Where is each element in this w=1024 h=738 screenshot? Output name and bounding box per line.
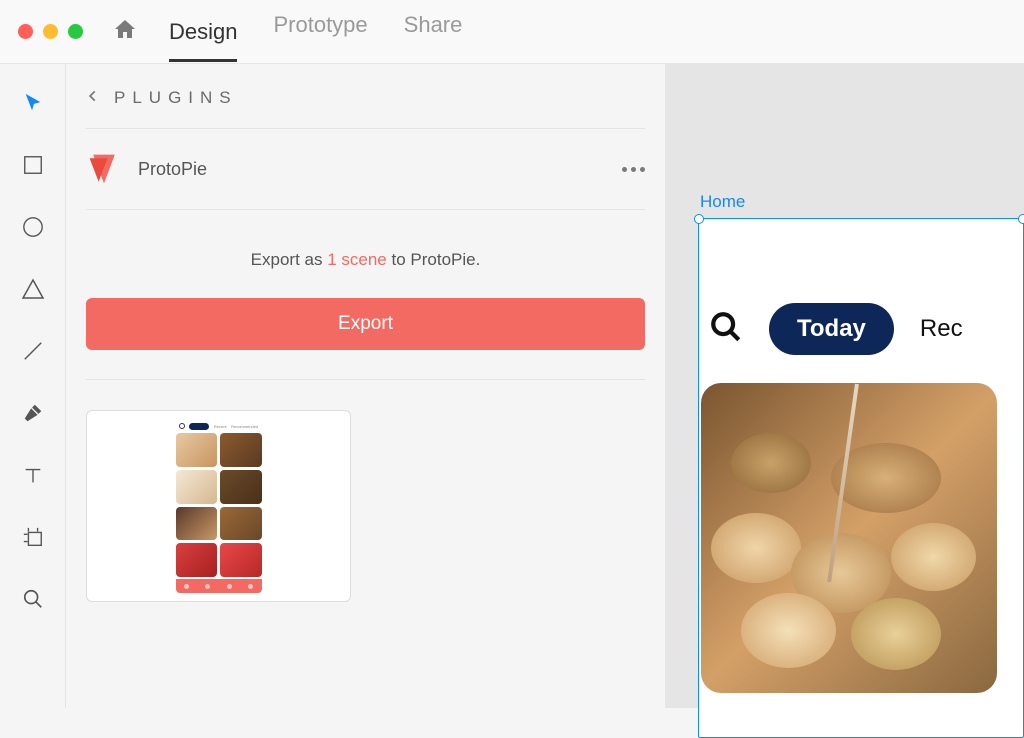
- export-description: Export as 1 scene to ProtoPie.: [86, 210, 645, 298]
- line-tool[interactable]: [20, 338, 46, 364]
- window-controls: [18, 24, 83, 39]
- tab-design[interactable]: Design: [169, 19, 237, 62]
- design-canvas[interactable]: Home Today Rec: [666, 64, 1024, 708]
- mode-tabs: Design Prototype Share: [169, 12, 462, 52]
- text-tool[interactable]: [20, 462, 46, 488]
- plugin-row: ProtoPie: [86, 128, 645, 210]
- tab-prototype[interactable]: Prototype: [273, 12, 367, 52]
- today-pill: Today: [769, 303, 894, 355]
- close-window-button[interactable]: [18, 24, 33, 39]
- hero-image: [701, 383, 997, 693]
- tab-share[interactable]: Share: [404, 12, 463, 52]
- rectangle-tool[interactable]: [20, 152, 46, 178]
- ellipse-tool[interactable]: [20, 214, 46, 240]
- scene-count: 1 scene: [327, 250, 387, 269]
- artboard-home[interactable]: Today Rec: [698, 218, 1024, 738]
- more-options-button[interactable]: [622, 167, 645, 172]
- back-chevron-icon[interactable]: [86, 89, 100, 108]
- polygon-tool[interactable]: [20, 276, 46, 302]
- selection-handle[interactable]: [694, 214, 704, 224]
- artboard-tool[interactable]: [20, 524, 46, 550]
- pen-tool[interactable]: [20, 400, 46, 426]
- artboard-label[interactable]: Home: [700, 192, 1024, 212]
- selection-handle[interactable]: [1018, 214, 1024, 224]
- search-icon: [709, 310, 743, 349]
- plugins-panel: PLUGINS ProtoPie Export as 1 scene to Pr…: [66, 64, 666, 708]
- title-bar: Design Prototype Share: [0, 0, 1024, 64]
- tool-sidebar: [0, 64, 66, 708]
- export-button[interactable]: Export: [86, 298, 645, 350]
- maximize-window-button[interactable]: [68, 24, 83, 39]
- minimize-window-button[interactable]: [43, 24, 58, 39]
- plugin-name: ProtoPie: [138, 159, 207, 180]
- thumbnail-preview: Recent Recommended: [173, 419, 265, 593]
- scene-thumbnail[interactable]: Recent Recommended: [86, 410, 351, 602]
- recent-tab: Rec: [920, 315, 963, 343]
- home-icon[interactable]: [113, 17, 137, 46]
- select-tool[interactable]: [20, 90, 46, 116]
- zoom-tool[interactable]: [20, 586, 46, 612]
- protopie-icon: [86, 151, 122, 187]
- panel-title: PLUGINS: [114, 88, 238, 108]
